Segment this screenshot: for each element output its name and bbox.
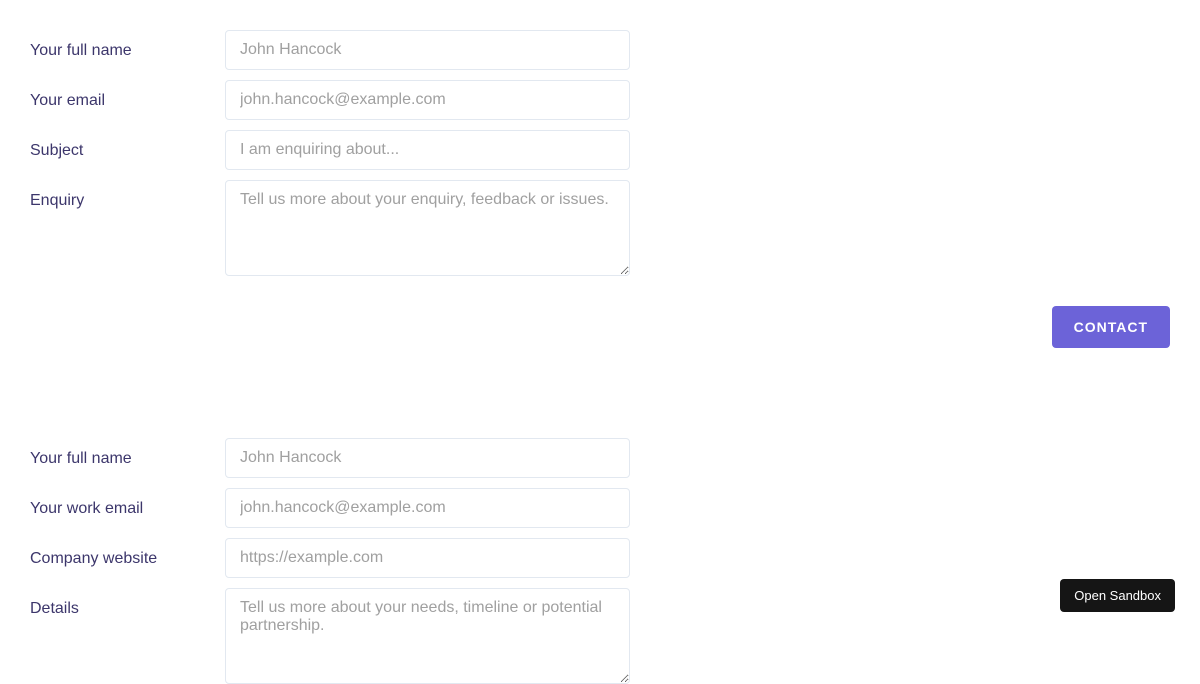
contact-form-2: Your full name Your work email Company w…: [0, 438, 1200, 684]
input-email[interactable]: [225, 80, 630, 120]
field-subject: Subject: [30, 130, 1170, 170]
field-company-website: Company website: [30, 538, 1170, 578]
open-sandbox-button[interactable]: Open Sandbox: [1060, 579, 1175, 612]
contact-form-1: Your full name Your email Subject Enquir…: [0, 0, 1200, 276]
textarea-enquiry[interactable]: [225, 180, 630, 276]
button-row: CONTACT: [0, 286, 1200, 348]
label-full-name-2: Your full name: [30, 438, 225, 468]
label-enquiry: Enquiry: [30, 180, 225, 210]
contact-button[interactable]: CONTACT: [1052, 306, 1170, 348]
input-work-email[interactable]: [225, 488, 630, 528]
input-company-website[interactable]: [225, 538, 630, 578]
label-email: Your email: [30, 80, 225, 110]
input-full-name[interactable]: [225, 30, 630, 70]
field-work-email: Your work email: [30, 488, 1170, 528]
input-full-name-2[interactable]: [225, 438, 630, 478]
field-email: Your email: [30, 80, 1170, 120]
input-subject[interactable]: [225, 130, 630, 170]
field-full-name-2: Your full name: [30, 438, 1170, 478]
spacer: [0, 348, 1200, 438]
label-company-website: Company website: [30, 538, 225, 568]
field-full-name: Your full name: [30, 30, 1170, 70]
field-enquiry: Enquiry: [30, 180, 1170, 276]
field-details: Details: [30, 588, 1170, 684]
label-details: Details: [30, 588, 225, 618]
textarea-details[interactable]: [225, 588, 630, 684]
label-full-name: Your full name: [30, 30, 225, 60]
label-work-email: Your work email: [30, 488, 225, 518]
label-subject: Subject: [30, 130, 225, 160]
